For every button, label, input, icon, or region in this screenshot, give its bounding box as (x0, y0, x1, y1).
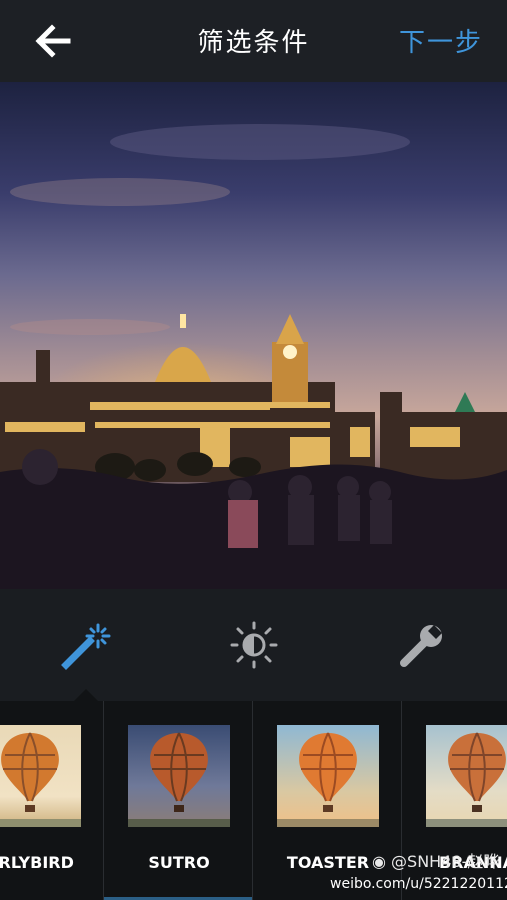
magic-wand-icon (61, 623, 111, 670)
next-button[interactable]: 下一步 (399, 22, 483, 59)
active-tab-pointer (74, 689, 98, 701)
brightness-icon (230, 621, 278, 669)
tab-brightness[interactable] (228, 619, 280, 671)
filter-label: ARLYBIRD (0, 853, 74, 872)
top-bar: 筛选条件 下一步 (0, 0, 507, 82)
tab-filters[interactable] (60, 619, 112, 671)
filter-thumbnail (426, 725, 507, 827)
balloon-image (0, 732, 81, 827)
watermark-username: ◉ @SNH48-赵晔 (372, 848, 499, 872)
filter-thumbnail (128, 725, 230, 827)
tab-tools[interactable] (396, 619, 448, 671)
balloon-image (128, 732, 230, 827)
filter-thumbnail (0, 725, 81, 827)
tool-tabs (0, 589, 507, 701)
filter-thumbnail (277, 725, 379, 827)
weibo-logo-icon: ◉ (372, 852, 392, 871)
filter-screen: 筛选条件 下一步 RLYBIRD SUTRO TOASTER BRANN ◉ @… (0, 0, 507, 900)
wrench-icon (400, 625, 442, 667)
balloon-image (277, 732, 379, 827)
filter-sutro[interactable]: SUTRO (104, 701, 252, 900)
balloon-image (426, 732, 507, 827)
filter-earlybird[interactable]: ARLYBIRD (0, 701, 103, 900)
photo-preview (0, 82, 507, 589)
watermark-username-text: @SNH48-赵晔 (391, 852, 500, 871)
bund-night-photo (0, 124, 507, 589)
watermark-url: weibo.com/u/5221220112 (330, 876, 507, 892)
filter-label: SUTRO (148, 853, 210, 872)
